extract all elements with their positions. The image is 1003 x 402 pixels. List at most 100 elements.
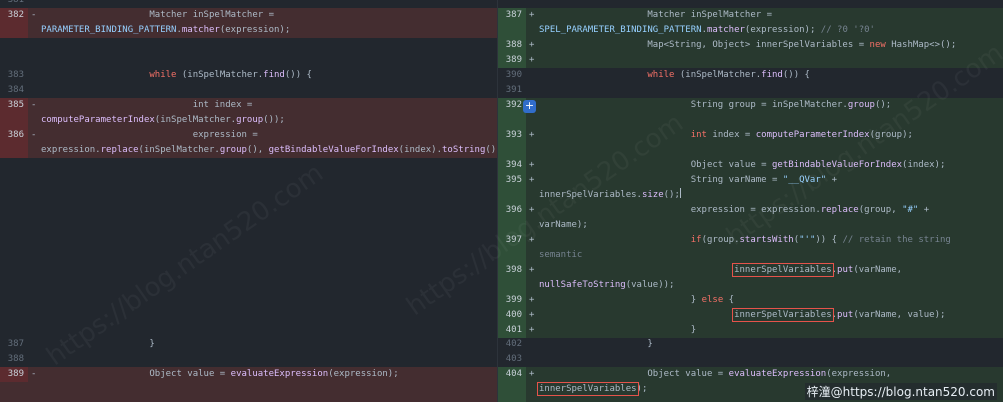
line-number[interactable]: 387 bbox=[0, 337, 28, 352]
line-number[interactable]: 384 bbox=[0, 83, 28, 98]
line-number[interactable]: 385 bbox=[0, 98, 28, 113]
diff-row: 395 + String varName = "__QVar" + bbox=[498, 173, 1003, 188]
diff-row: 385 - int index = bbox=[0, 98, 497, 113]
code-line: } bbox=[539, 325, 697, 335]
line-number[interactable]: 394 bbox=[498, 158, 526, 173]
diff-row: 399 + } else { bbox=[498, 293, 1003, 308]
diff-row: PARAMETER_BINDING_PATTERN.matcher(expres… bbox=[0, 23, 497, 38]
diff-row: innerSpelVariables.size(); bbox=[498, 188, 1003, 203]
diff-row: 388 + Map<String, Object> innerSpelVaria… bbox=[498, 38, 1003, 53]
site-watermark: 梓潼@https://blog.ntan520.com bbox=[804, 383, 997, 400]
diff-sign: + bbox=[529, 10, 535, 20]
line-number bbox=[0, 113, 28, 128]
diff-row: computeParameterIndex(inSpelMatcher.grou… bbox=[0, 113, 497, 128]
line-number[interactable]: 388 bbox=[0, 352, 28, 367]
line-number[interactable]: 389 bbox=[0, 367, 28, 382]
diff-row: 384 bbox=[0, 83, 497, 98]
code-line: expression = bbox=[41, 130, 258, 140]
highlighted-variable: innerSpelVariables bbox=[537, 382, 639, 396]
code-line: computeParameterIndex(inSpelMatcher.grou… bbox=[41, 115, 285, 125]
diff-row: 404 + Object value = evaluateExpression(… bbox=[498, 367, 1003, 382]
diff-sign: + bbox=[529, 175, 535, 185]
highlighted-variable: innerSpelVariables bbox=[732, 263, 834, 277]
diff-row: 382 - Matcher inSpelMatcher = bbox=[0, 8, 497, 23]
line-number bbox=[498, 188, 526, 203]
diff-sign: - bbox=[31, 130, 37, 140]
line-number[interactable]: 403 bbox=[498, 352, 526, 367]
diff-row: 389 + bbox=[498, 53, 1003, 68]
line-number[interactable]: 389 bbox=[498, 53, 526, 68]
line-number[interactable]: 381 bbox=[0, 0, 28, 8]
diff-row: varName); bbox=[498, 218, 1003, 233]
code-line: while (inSpelMatcher.find()) { bbox=[647, 70, 810, 80]
code-line: innerSpelVariables.put(varName, value); bbox=[732, 308, 946, 322]
diff-row: 387 + Matcher inSpelMatcher = bbox=[498, 8, 1003, 23]
line-number[interactable]: 398 bbox=[498, 263, 526, 278]
diff-sign: + bbox=[529, 369, 535, 379]
code-line: Object value = getBindableValueForIndex(… bbox=[539, 160, 946, 170]
diff-row: 388 bbox=[0, 352, 497, 367]
code-line: PARAMETER_BINDING_PATTERN.matcher(expres… bbox=[41, 25, 291, 35]
diff-sign: + bbox=[529, 265, 535, 275]
line-number[interactable]: 397 bbox=[498, 233, 526, 248]
diff-row: 400 + innerSpelVariables.put(varName, va… bbox=[498, 308, 1003, 323]
code-line: semantic bbox=[539, 250, 583, 260]
code-line: Object value = evaluateExpression(expres… bbox=[41, 369, 399, 379]
line-number bbox=[498, 382, 526, 402]
line-number[interactable]: 402 bbox=[498, 337, 526, 352]
text-cursor bbox=[679, 188, 681, 198]
line-number bbox=[498, 278, 526, 293]
line-number[interactable]: 383 bbox=[0, 68, 28, 83]
code-line: innerSpelVariables.put(varName, bbox=[732, 263, 903, 277]
diff-sign: + bbox=[529, 235, 535, 245]
diff-row: 401 + } bbox=[498, 323, 1003, 338]
line-number[interactable]: 382 bbox=[0, 8, 28, 23]
diff-row: 402 } bbox=[498, 337, 1003, 352]
line-number[interactable]: 387 bbox=[498, 8, 526, 23]
diff-sign: + bbox=[529, 40, 535, 50]
line-number[interactable]: 392 bbox=[498, 98, 526, 128]
diff-row: 390 while (inSpelMatcher.find()) { bbox=[498, 68, 1003, 83]
add-comment-button[interactable]: + bbox=[523, 100, 536, 113]
code-line: String group = inSpelMatcher.group(); bbox=[539, 100, 892, 110]
line-number[interactable]: 388 bbox=[498, 38, 526, 53]
diff-row: 383 while (inSpelMatcher.find()) { bbox=[0, 68, 497, 83]
diff-row: 387 } bbox=[0, 337, 497, 352]
diff-row: 392 + String group = inSpelMatcher.group… bbox=[498, 98, 1003, 128]
diff-row-empty bbox=[0, 158, 497, 337]
line-number[interactable]: 404 bbox=[498, 367, 526, 382]
code-line: int index = computeParameterIndex(group)… bbox=[690, 130, 913, 140]
line-number bbox=[498, 218, 526, 233]
code-line: nullSafeToString(value)); bbox=[539, 280, 675, 290]
diff-row: 386 - expression = bbox=[0, 128, 497, 143]
diff-row: 391 bbox=[498, 83, 1003, 98]
line-number[interactable]: 386 bbox=[0, 128, 28, 143]
line-number[interactable]: 391 bbox=[498, 83, 526, 98]
line-number[interactable]: 399 bbox=[498, 293, 526, 308]
diff-right-pane: 387 + Matcher inSpelMatcher = SPEL_PARAM… bbox=[497, 0, 1003, 402]
line-number[interactable]: 400 bbox=[498, 308, 526, 323]
diff-sign: - bbox=[31, 10, 37, 20]
diff-row-filler bbox=[0, 382, 497, 402]
diff-sign: + bbox=[529, 295, 535, 305]
diff-sign: + bbox=[529, 325, 535, 335]
line-number bbox=[498, 23, 526, 38]
line-number[interactable]: 395 bbox=[498, 173, 526, 188]
diff-row: 398 + innerSpelVariables.put(varName, bbox=[498, 263, 1003, 278]
line-number[interactable]: 401 bbox=[498, 323, 526, 338]
highlighted-variable: innerSpelVariables bbox=[732, 308, 834, 322]
diff-row: nullSafeToString(value)); bbox=[498, 278, 1003, 293]
diff-sign: - bbox=[31, 100, 37, 110]
line-number[interactable]: 390 bbox=[498, 68, 526, 83]
code-line: Map<String, Object> innerSpelVariables =… bbox=[539, 40, 957, 50]
diff-row: semantic bbox=[498, 248, 1003, 263]
diff-row: 393 + int index = computeParameterIndex(… bbox=[498, 128, 1003, 158]
diff-sign: + bbox=[529, 205, 535, 215]
line-number[interactable]: 393 bbox=[498, 128, 526, 158]
diff-row: SPEL_PARAMETER_BINDING_PATTERN.matcher(e… bbox=[498, 23, 1003, 38]
code-line: expression.replace(inSpelMatcher.group()… bbox=[41, 145, 497, 155]
diff-row: 394 + Object value = getBindableValueFor… bbox=[498, 158, 1003, 173]
split-diff-view: 381 382 - Matcher inSpelMatcher = PARAME… bbox=[0, 0, 1003, 402]
code-line: } bbox=[539, 339, 653, 349]
line-number[interactable]: 396 bbox=[498, 203, 526, 218]
